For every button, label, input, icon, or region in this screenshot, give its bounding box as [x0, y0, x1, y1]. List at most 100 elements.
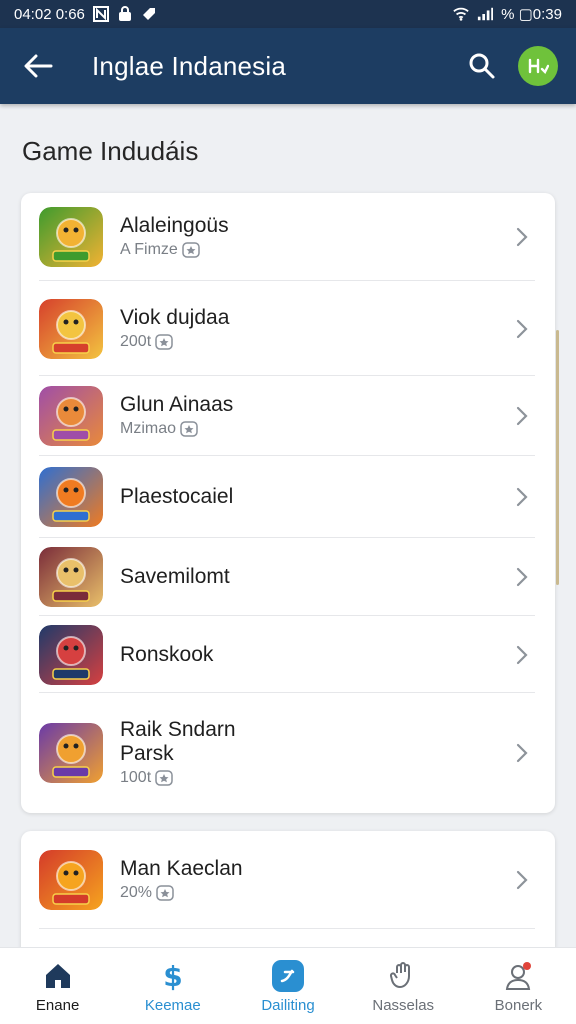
game-list-item[interactable]: Ronskook — [21, 616, 555, 693]
nav-item-bonerk[interactable]: Bonerk — [461, 948, 576, 1024]
nav-label: Dailiting — [261, 996, 315, 1014]
game-item-text: Viok dujdaa 200t — [120, 306, 505, 352]
game-meta: 100t — [120, 769, 152, 786]
arrow-left-icon — [24, 54, 53, 78]
nav-item-nasselas[interactable]: Nasselas — [346, 948, 461, 1024]
game-item-text: Savemilomt — [120, 565, 505, 589]
chevron-right-icon — [516, 319, 528, 338]
game-meta: 200t — [120, 332, 152, 350]
profile-icon — [501, 959, 535, 993]
search-button[interactable] — [462, 46, 502, 86]
app-icon — [39, 207, 103, 267]
game-subtitle: 100t — [120, 768, 505, 788]
game-title: Plaestocaiel — [120, 485, 234, 508]
star-icon — [155, 333, 173, 350]
game-item-text: Plaestocaiel — [120, 485, 505, 509]
chevron-right-icon — [516, 487, 528, 507]
game-meta: Mzimao — [120, 420, 177, 437]
nav-label: Keemae — [144, 996, 201, 1014]
star-icon — [155, 770, 173, 786]
chevron-right-icon — [516, 406, 528, 426]
app-icon — [39, 624, 103, 685]
app-icon — [39, 850, 103, 910]
star-icon — [156, 885, 174, 901]
game-list-item[interactable]: Alaleingoüs A Fimze — [21, 193, 555, 281]
status-bar: 04:02 0:66 % ▢0:39 — [0, 0, 576, 28]
game-list-item[interactable]: Plaestocaiel — [21, 456, 555, 538]
signal-icon — [477, 6, 494, 22]
lock-icon — [117, 6, 133, 22]
monster-game-icon — [39, 547, 103, 607]
jungle-game-icon — [39, 207, 103, 267]
app-icon — [39, 723, 103, 783]
svg-text:$: $ — [163, 961, 182, 991]
chevron-right-icon — [516, 743, 528, 763]
game-title: Savemilomt — [120, 565, 230, 588]
game-title: Ronskook — [120, 642, 214, 666]
tag-icon — [141, 6, 157, 22]
scrollbar[interactable] — [556, 330, 559, 585]
game-list-item[interactable]: Glun Ainaas Mzimao — [21, 376, 555, 456]
game-meta: 20% — [120, 884, 153, 901]
game-subtitle: 20% — [120, 883, 505, 903]
chevron-right-icon — [516, 227, 528, 247]
status-time: 04:02 0:66 — [14, 5, 85, 23]
game-subtitle: 200t — [120, 332, 505, 352]
warrior-game-icon — [39, 298, 103, 359]
bottom-nav: Enane $ Keemae Dailiting Nasselas Bonerk — [0, 947, 576, 1024]
battery-status: % ▢0:39 — [501, 6, 562, 23]
status-left: 04:02 0:66 — [14, 6, 157, 23]
nav-item-dailiting[interactable]: Dailiting — [230, 948, 345, 1024]
app-bar: Inglae Indanesia — [0, 28, 576, 104]
game-item-text: Alaleingoüs A Fimze — [120, 214, 505, 260]
pumpkin-game-icon — [39, 467, 103, 527]
games-icon — [271, 959, 305, 993]
app-icon — [39, 467, 103, 527]
status-right: % ▢0:39 — [453, 5, 562, 23]
game-item-text: Raik Sndarn Parsk 100t — [120, 718, 505, 788]
chevron-right-icon — [516, 870, 528, 890]
chevron-right-icon — [516, 645, 528, 664]
section-title: Game Indudáis — [22, 136, 199, 166]
back-button[interactable] — [18, 46, 58, 86]
game-title: Glun Ainaas — [120, 393, 234, 416]
wifi-icon — [453, 6, 469, 22]
dollar-icon: $ — [156, 959, 190, 993]
divider — [39, 928, 535, 929]
smiley-game-icon — [39, 850, 103, 910]
nav-item-enane[interactable]: Enane — [0, 948, 115, 1024]
game-list-item[interactable]: Savemilomt — [21, 538, 555, 616]
game-item-text: Ronskook — [120, 643, 505, 667]
avatar-icon — [528, 58, 549, 75]
app-icon — [39, 547, 103, 607]
game-list-item[interactable]: Raik Sndarn Parsk 100t — [21, 693, 555, 813]
page-title: Inglae Indanesia — [92, 50, 287, 81]
game-title: Man Kaeclan — [120, 857, 243, 880]
game-meta: A Fimze — [120, 241, 178, 258]
nav-label: Nasselas — [372, 996, 435, 1014]
game-title: Raik Sndarn Parsk — [120, 718, 236, 765]
profile-avatar-button[interactable] — [518, 46, 558, 86]
hand-icon — [386, 959, 420, 993]
nav-item-keemae[interactable]: $ Keemae — [115, 948, 230, 1024]
game-title: Alaleingoüs — [120, 214, 229, 237]
app-icon — [39, 386, 103, 446]
viking-game-icon — [39, 386, 103, 446]
game-item-text: Man Kaeclan 20% — [120, 857, 505, 903]
game-list-item[interactable]: Man Kaeclan 20% — [21, 831, 555, 929]
game-subtitle: A Fimze — [120, 240, 505, 260]
star-icon — [182, 242, 200, 258]
game-item-text: Glun Ainaas Mzimao — [120, 393, 505, 439]
app-icon — [39, 298, 103, 359]
game-title: Viok dujdaa — [120, 305, 230, 329]
game-subtitle: Mzimao — [120, 419, 505, 439]
game-list-card: Alaleingoüs A Fimze Viok dujdaa 200t Glun Ai… — [21, 193, 555, 813]
notification-n-icon — [92, 6, 109, 22]
game-list-item[interactable]: Viok dujdaa 200t — [21, 281, 555, 376]
chevron-right-icon — [516, 567, 528, 587]
nav-label: Bonerk — [494, 996, 543, 1014]
star-icon — [180, 421, 198, 437]
pirate-game-icon — [39, 723, 103, 783]
treasure-game-icon — [39, 624, 103, 685]
nav-label: Enane — [35, 996, 80, 1014]
